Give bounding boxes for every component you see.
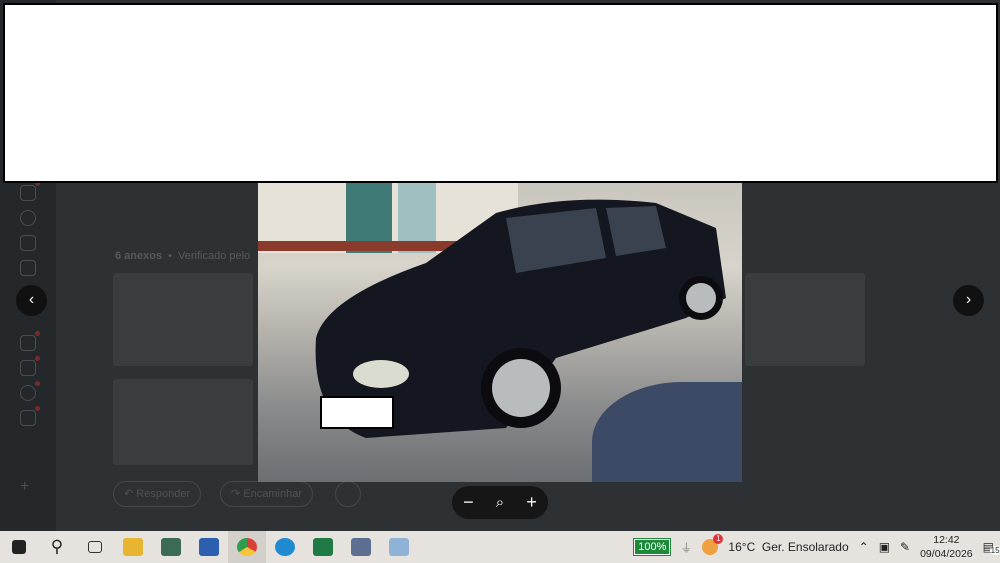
attachment-thumb[interactable]	[113, 273, 253, 366]
battery-indicator[interactable]: 100%	[633, 538, 672, 556]
notification-count: 15	[989, 546, 1000, 555]
notification-icon[interactable]: ▤ 15	[983, 540, 1000, 555]
clock-icon[interactable]	[20, 210, 36, 226]
plus-icon[interactable]: +	[20, 478, 36, 495]
taskbar: ⚲ 100% ⏚ 1 16°C Ger. Ensolarado ⌃ ▣ ✎ 12…	[0, 531, 1000, 563]
system-tray: 100% ⏚ 1 16°C Ger. Ensolarado ⌃ ▣ ✎ 12:4…	[633, 531, 1000, 563]
weather-icon[interactable]: 1	[702, 534, 724, 555]
people-icon[interactable]	[20, 356, 40, 376]
zoom-reset-icon[interactable]: ⌕	[496, 494, 504, 511]
bag-icon[interactable]	[20, 331, 40, 351]
next-image-button[interactable]: ›	[953, 285, 984, 316]
attachment-thumb[interactable]	[745, 273, 865, 366]
search-button[interactable]: ⚲	[38, 531, 76, 563]
edge-icon[interactable]	[266, 531, 304, 563]
time: 12:42	[933, 534, 960, 546]
send-icon[interactable]	[20, 260, 36, 276]
reply-button[interactable]: ↶ Responder	[113, 481, 202, 507]
whatsapp-icon[interactable]	[152, 531, 190, 563]
start-button[interactable]	[0, 531, 38, 563]
verified-label: Verificado pelo	[178, 250, 251, 262]
date: 09/04/2026	[920, 548, 973, 560]
verified-dot: •	[168, 250, 172, 262]
power-plug-icon: ⏚	[680, 540, 693, 555]
remote-icon[interactable]	[190, 531, 228, 563]
info-icon[interactable]	[20, 381, 40, 401]
inbox-icon[interactable]	[20, 181, 40, 201]
refresh-icon[interactable]	[20, 235, 36, 251]
task-view-button[interactable]	[76, 531, 114, 563]
forward-label: Encaminhar	[243, 488, 302, 500]
pen-icon[interactable]: ✎	[900, 540, 910, 554]
zoom-out-button[interactable]: −	[463, 492, 474, 513]
previous-image-button[interactable]: ‹	[16, 285, 47, 316]
redacted-header	[3, 3, 998, 183]
file-explorer-icon[interactable]	[114, 531, 152, 563]
weather-text[interactable]: 16°C Ger. Ensolarado	[728, 540, 848, 554]
attachments-count: 6 anexos	[115, 250, 163, 262]
clock[interactable]: 12:42 09/04/2026	[920, 533, 973, 561]
tag-icon[interactable]	[20, 406, 40, 426]
zoom-in-button[interactable]: +	[526, 492, 537, 513]
forward-button[interactable]: ↷ Encaminhar	[220, 481, 313, 507]
chevron-up-icon[interactable]: ⌃	[859, 540, 869, 554]
meet-now-icon[interactable]: ▣	[879, 540, 890, 554]
reply-label: Responder	[136, 488, 191, 500]
excel-icon[interactable]	[304, 531, 342, 563]
attachment-image	[258, 183, 742, 482]
chat-icon[interactable]	[342, 531, 380, 563]
paint-icon[interactable]	[380, 531, 418, 563]
weather-badge: 1	[713, 534, 724, 544]
chrome-icon[interactable]	[228, 531, 266, 563]
redacted-plate	[320, 396, 394, 429]
zoom-toolbar: − ⌕ +	[452, 486, 548, 519]
attachment-thumb[interactable]	[113, 379, 253, 465]
emoji-button[interactable]	[335, 481, 361, 507]
